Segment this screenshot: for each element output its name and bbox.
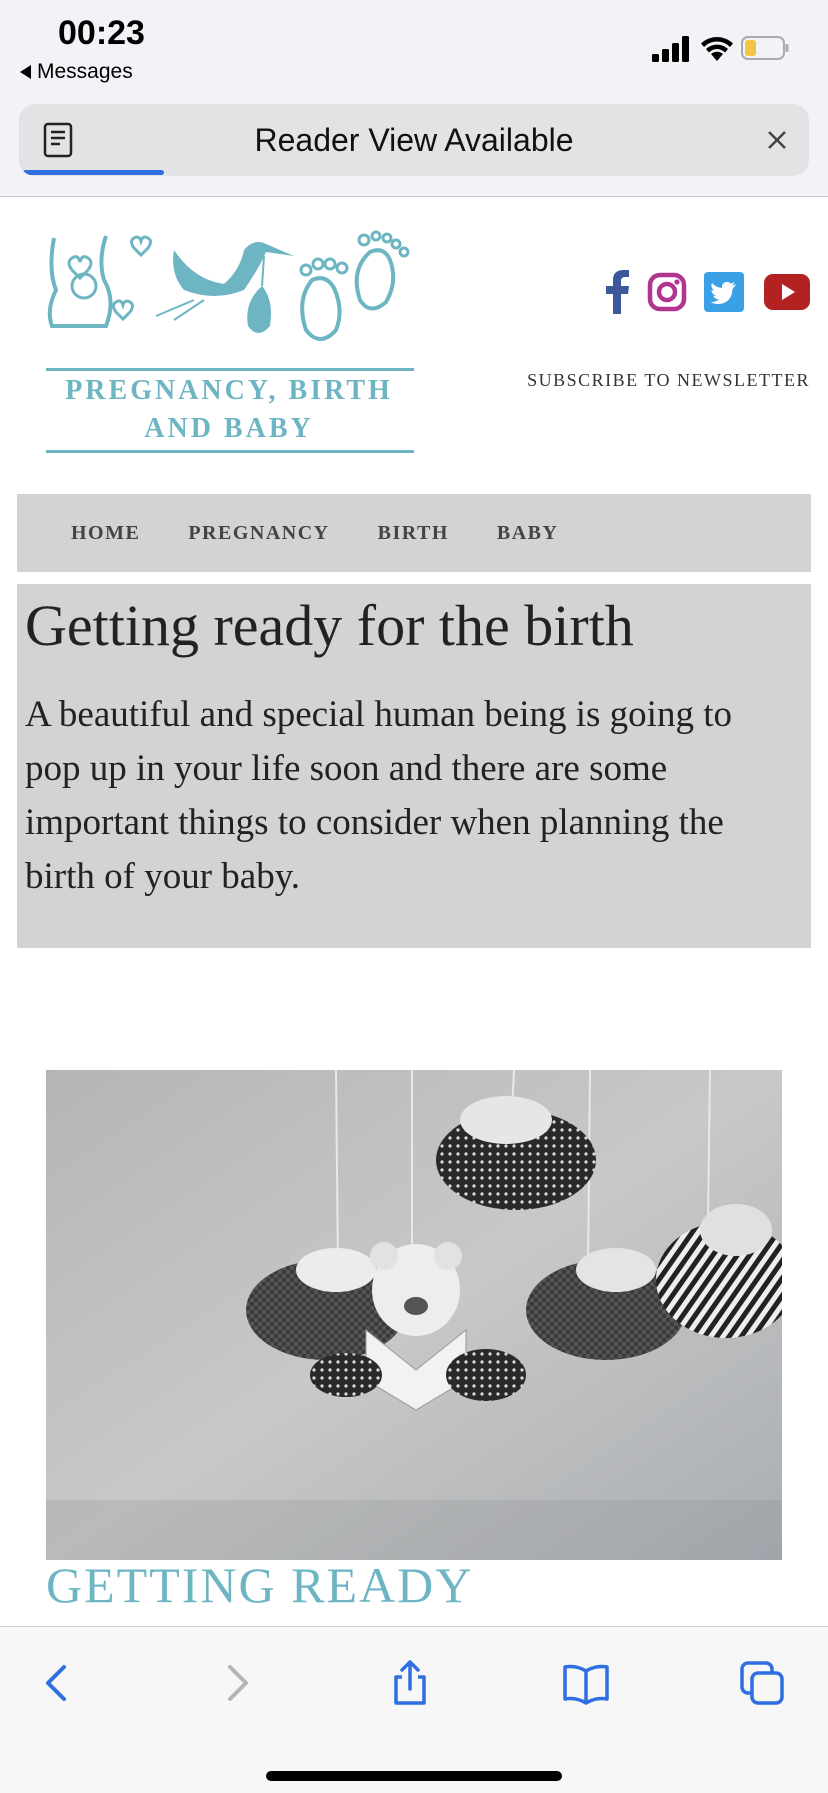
home-indicator[interactable] [266, 1771, 562, 1781]
twitter-icon[interactable] [704, 272, 744, 312]
baby-mobile-photo [46, 1070, 782, 1560]
wifi-icon [701, 37, 733, 61]
logo-text[interactable]: PREGNANCY, BIRTH AND BABY [44, 372, 414, 448]
close-icon[interactable] [763, 126, 791, 154]
back-triangle-icon [20, 65, 31, 79]
cellular-signal-icon [652, 36, 689, 62]
back-to-app-link[interactable]: Messages [20, 60, 133, 84]
section-heading: GETTING READY [46, 1557, 474, 1613]
subscribe-newsletter-link[interactable]: SUBSCRIBE TO NEWSLETTER [490, 370, 810, 391]
hero-intro-text: A beautiful and special human being is g… [25, 694, 732, 897]
reader-view-banner[interactable]: Reader View Available [19, 104, 809, 176]
safari-toolbar [0, 1626, 828, 1793]
reader-page-icon[interactable] [43, 122, 73, 158]
share-icon[interactable] [386, 1659, 434, 1707]
bookmarks-icon[interactable] [562, 1659, 610, 1707]
page-load-progress [23, 170, 164, 175]
page-title: Getting ready for the birth [25, 593, 634, 658]
battery-icon [741, 36, 789, 60]
nav-item-home[interactable]: HOME [71, 522, 140, 545]
logo-line-1: PREGNANCY, BIRTH [65, 375, 393, 406]
main-nav: HOME PREGNANCY BIRTH BABY [17, 494, 811, 572]
nav-item-pregnancy[interactable]: PREGNANCY [188, 522, 329, 545]
back-icon[interactable] [34, 1659, 82, 1707]
youtube-icon[interactable] [764, 274, 810, 310]
facebook-icon[interactable] [604, 270, 630, 314]
nav-item-birth[interactable]: BIRTH [378, 522, 449, 545]
logo-rule-top [46, 368, 414, 371]
logo-rule-bottom [46, 450, 414, 453]
nav-item-baby[interactable]: BABY [497, 522, 559, 545]
hero-section: Getting ready for the birth A beautiful … [17, 584, 811, 948]
site-logo-icon[interactable] [44, 230, 416, 370]
back-app-label: Messages [37, 60, 133, 83]
tabs-icon[interactable] [738, 1659, 786, 1707]
reader-view-label: Reader View Available [254, 122, 574, 158]
forward-icon[interactable] [212, 1659, 260, 1707]
status-time: 00:23 [58, 14, 145, 52]
logo-line-2: AND BABY [144, 413, 314, 444]
instagram-icon[interactable] [647, 272, 687, 312]
